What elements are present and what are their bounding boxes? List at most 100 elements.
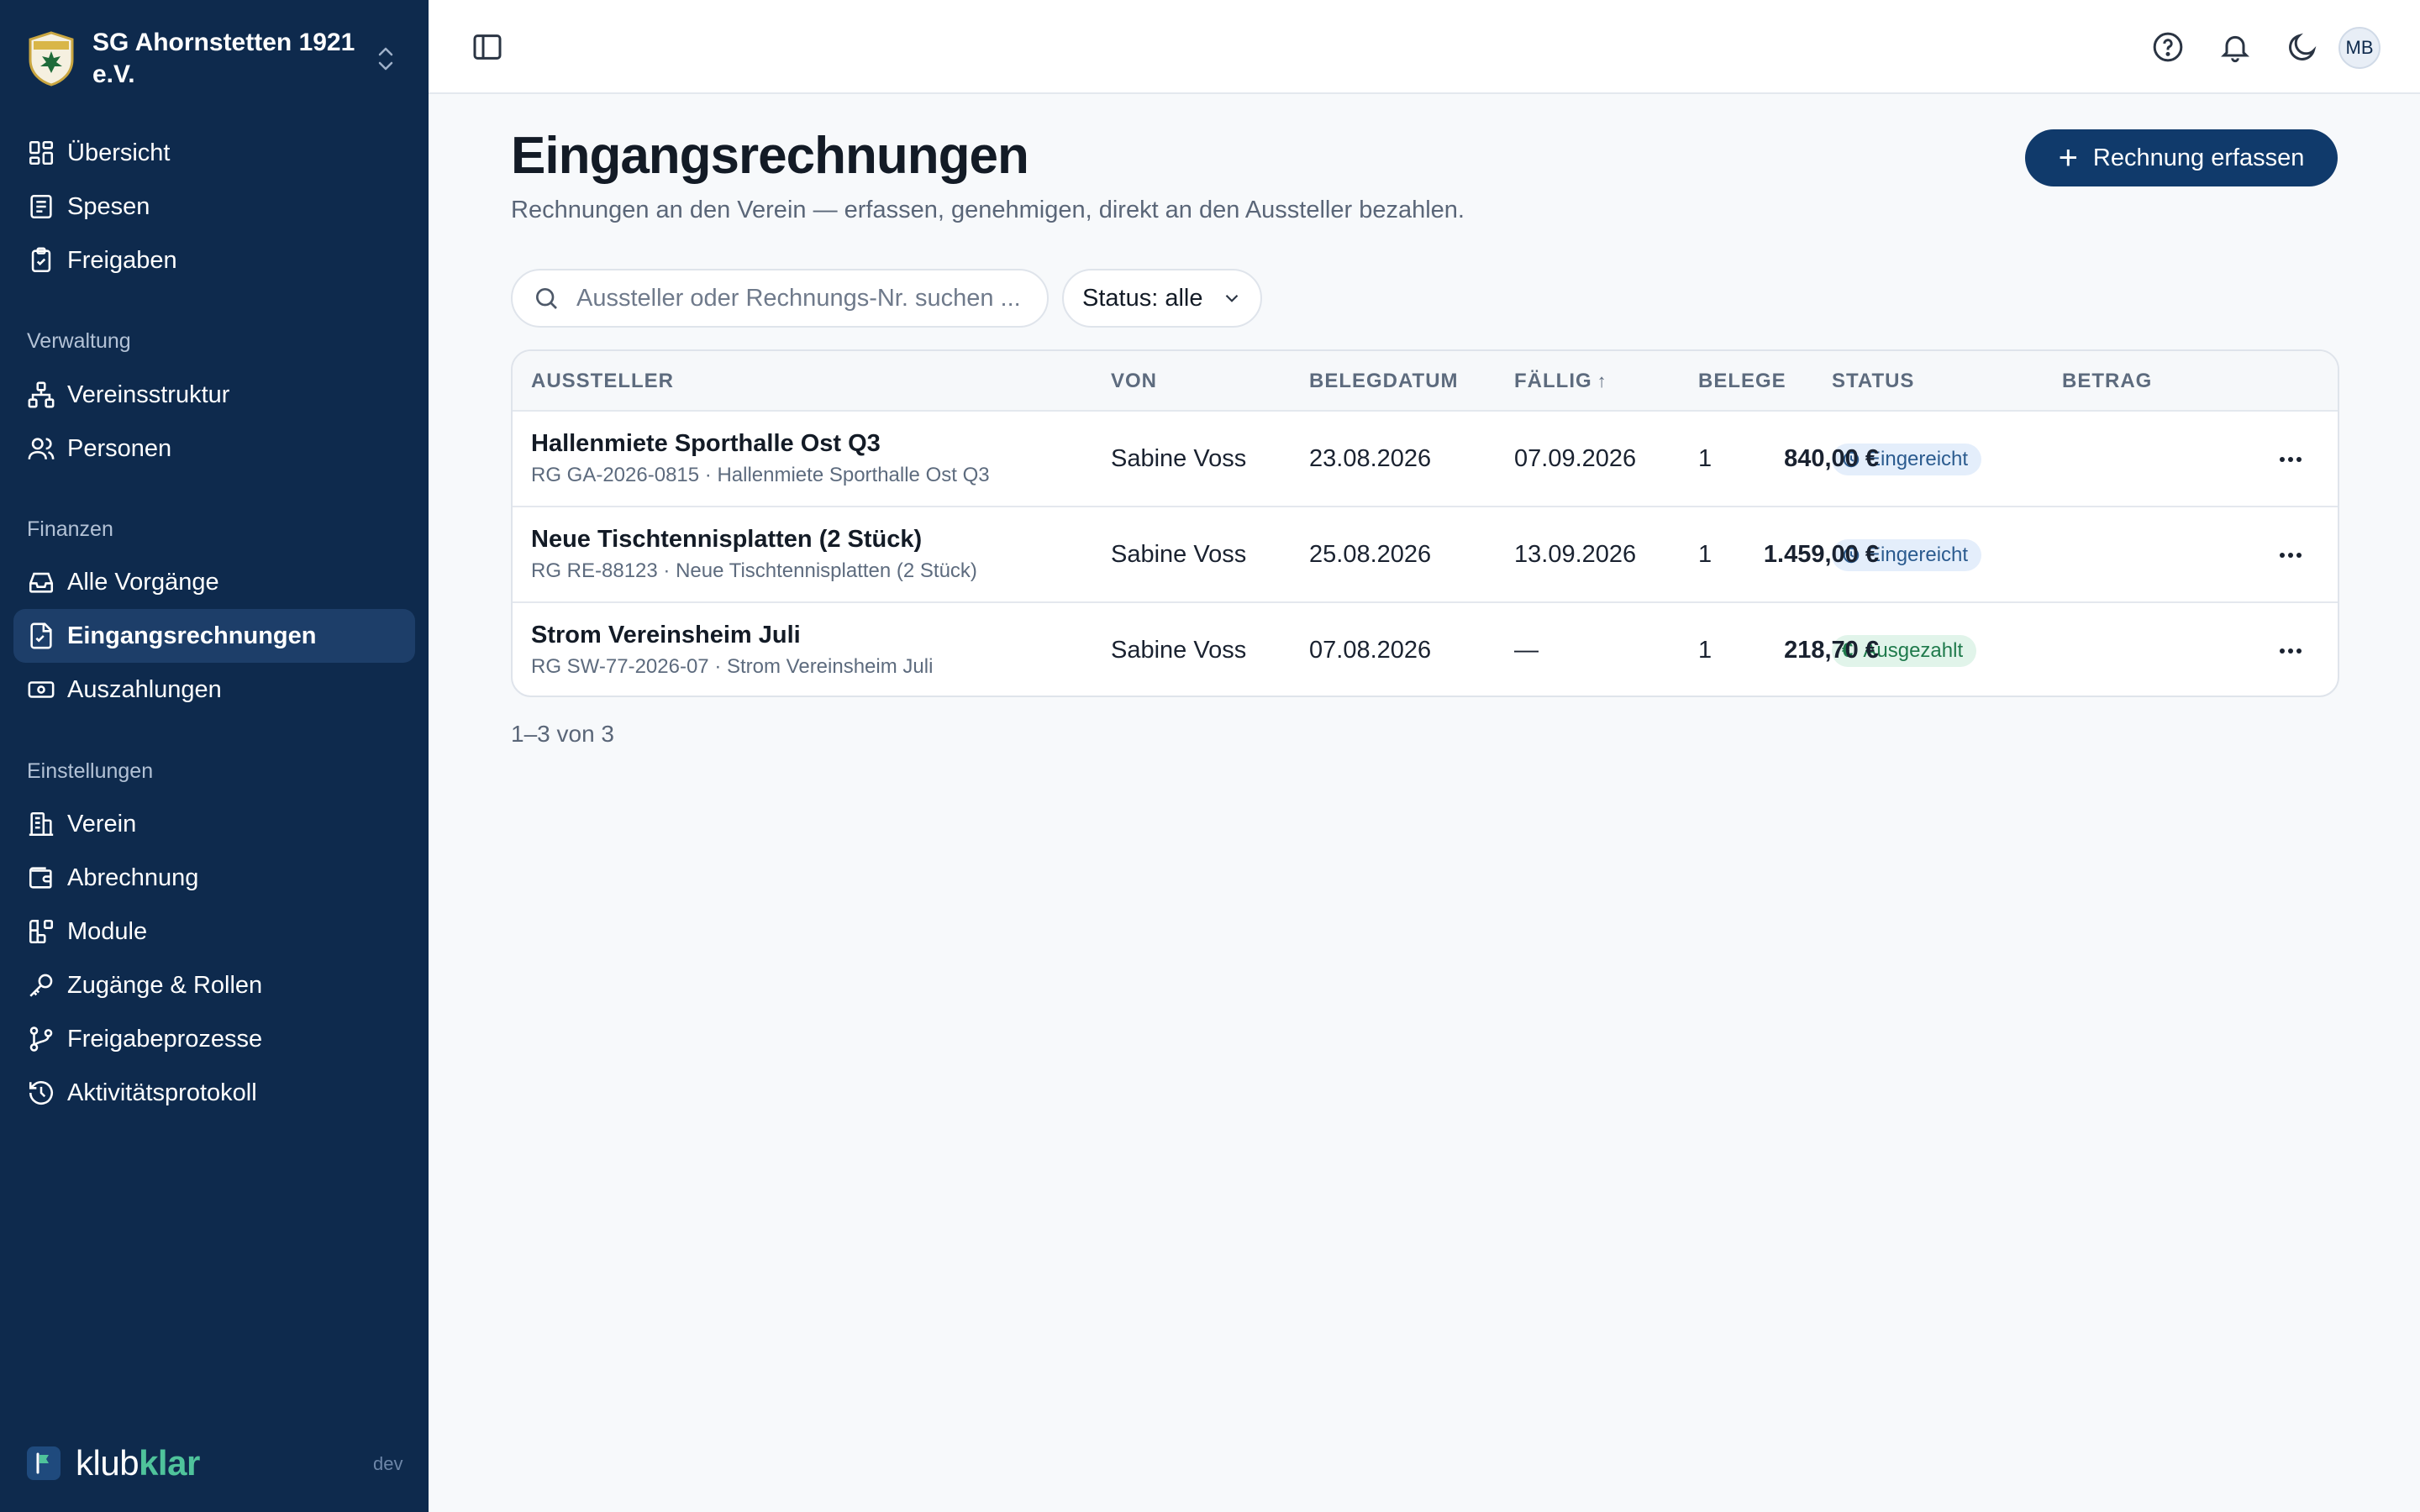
more-actions-icon[interactable] bbox=[2274, 538, 2307, 572]
plus-icon: + bbox=[2058, 139, 2078, 176]
column-header-betrag[interactable]: BETRAG bbox=[2062, 370, 2152, 393]
sidebar-item-label: Übersicht bbox=[67, 139, 171, 166]
sidebar-item-alle-vorgaenge[interactable]: Alle Vorgänge bbox=[13, 555, 415, 609]
brand-text-klar: klar bbox=[139, 1443, 200, 1483]
invoice-table: AUSSTELLER VON BELEGDATUM FÄLLIG ↑ BELEGE… bbox=[511, 349, 2339, 697]
row-title: Neue Tischtennisplatten (2 Stück) bbox=[531, 526, 923, 553]
row-von: Sabine Voss bbox=[1111, 637, 1247, 664]
row-subtitle: RG GA-2026-0815 · Hallenmiete Sporthalle… bbox=[531, 464, 990, 486]
club-name: SG Ahornstetten 1921 e.V. bbox=[92, 29, 355, 88]
nav-group-finanzen: Finanzen bbox=[27, 517, 113, 541]
sidebar-item-label: Eingangsrechnungen bbox=[67, 622, 317, 649]
pagination-info: 1–3 von 3 bbox=[511, 721, 614, 747]
wallet-icon bbox=[29, 867, 52, 889]
row-belegdatum: 25.08.2026 bbox=[1309, 541, 1432, 568]
table-row[interactable]: Strom Vereinsheim Juli RG SW-77-2026-07 … bbox=[513, 603, 2338, 696]
column-header-von[interactable]: VON bbox=[1111, 370, 1157, 393]
sidebar-toggle-icon[interactable] bbox=[471, 30, 504, 64]
users-icon bbox=[28, 438, 55, 459]
sidebar-item-label: Vereinsstruktur bbox=[67, 381, 230, 408]
add-invoice-button-label: Rechnung erfassen bbox=[2092, 144, 2305, 171]
row-title: Hallenmiete Sporthalle Ost Q3 bbox=[531, 430, 881, 457]
user-avatar[interactable]: MB bbox=[2338, 27, 2381, 69]
row-von: Sabine Voss bbox=[1111, 541, 1247, 568]
moon-icon[interactable] bbox=[2286, 30, 2319, 64]
receipt-icon bbox=[30, 194, 52, 219]
column-header-status[interactable]: STATUS bbox=[1832, 370, 1914, 393]
sidebar-item-freigaben[interactable]: Freigaben bbox=[13, 234, 415, 287]
sidebar-item-vereinsstruktur[interactable]: Vereinsstruktur bbox=[13, 368, 415, 422]
sidebar-item-freigabeprozesse[interactable]: Freigabeprozesse bbox=[13, 1012, 415, 1066]
page-subtitle: Rechnungen an den Verein — erfassen, gen… bbox=[511, 197, 1465, 223]
banknote-icon bbox=[28, 681, 55, 698]
sidebar-item-label: Auszahlungen bbox=[67, 675, 222, 703]
sidebar-item-label: Alle Vorgänge bbox=[67, 568, 219, 596]
bell-icon[interactable] bbox=[2218, 30, 2252, 64]
topbar bbox=[429, 0, 2420, 94]
sidebar-item-verein[interactable]: Verein bbox=[13, 797, 415, 851]
more-actions-icon[interactable] bbox=[2274, 634, 2307, 668]
sidebar-item-label: Freigaben bbox=[67, 246, 177, 274]
nav-group-einstellungen: Einstellungen bbox=[27, 759, 154, 783]
sidebar-item-label: Module bbox=[67, 917, 148, 945]
column-header-belegdatum[interactable]: BELEGDATUM bbox=[1309, 370, 1459, 393]
sidebar-item-spesen[interactable]: Spesen bbox=[13, 180, 415, 234]
search-input[interactable] bbox=[576, 284, 1047, 312]
column-header-faellig-label: FÄLLIG bbox=[1514, 370, 1592, 392]
row-betrag: 1.459,00 € bbox=[1763, 541, 1879, 568]
row-faellig: 13.09.2026 bbox=[1514, 541, 1637, 568]
sidebar-item-abrechnung[interactable]: Abrechnung bbox=[13, 851, 415, 905]
history-icon bbox=[29, 1081, 54, 1105]
sidebar-item-module[interactable]: Module bbox=[13, 905, 415, 958]
row-betrag: 840,00 € bbox=[1784, 445, 1879, 472]
hierarchy-icon bbox=[28, 381, 55, 408]
sidebar-item-zugaenge-rollen[interactable]: Zugänge & Rollen bbox=[13, 958, 415, 1012]
file-invoice-icon bbox=[30, 622, 52, 649]
club-crest-icon bbox=[29, 31, 74, 87]
row-von: Sabine Voss bbox=[1111, 445, 1247, 472]
chevron-down-icon bbox=[1226, 294, 1239, 302]
sidebar-item-auszahlungen[interactable]: Auszahlungen bbox=[13, 663, 415, 717]
sort-ascending-icon: ↑ bbox=[1597, 370, 1607, 391]
help-icon[interactable] bbox=[2151, 30, 2185, 64]
search-box[interactable] bbox=[511, 269, 1049, 328]
table-header: AUSSTELLER VON BELEGDATUM FÄLLIG ↑ BELEGE… bbox=[513, 351, 2338, 412]
column-header-faellig[interactable]: FÄLLIG ↑ bbox=[1514, 370, 1607, 393]
column-header-belege[interactable]: BELEGE bbox=[1698, 370, 1786, 393]
key-icon bbox=[29, 974, 53, 997]
search-icon bbox=[536, 288, 557, 309]
row-belegdatum: 07.08.2026 bbox=[1309, 637, 1432, 664]
status-badge-label: Eingereicht bbox=[1867, 543, 1969, 566]
row-subtitle: RG SW-77-2026-07 · Strom Vereinsheim Jul… bbox=[531, 655, 934, 678]
row-betrag: 218,70 € bbox=[1784, 637, 1879, 664]
sidebar-item-label: Spesen bbox=[67, 192, 150, 220]
sidebar-item-eingangsrechnungen[interactable]: Eingangsrechnungen bbox=[13, 609, 415, 663]
sidebar-item-label: Personen bbox=[67, 434, 172, 462]
chevrons-up-down-icon[interactable] bbox=[373, 44, 398, 74]
brand-logo: klubklar bbox=[27, 1443, 200, 1483]
row-subtitle: RG RE-88123 · Neue Tischtennisplatten (2… bbox=[531, 559, 977, 582]
table-row[interactable]: Neue Tischtennisplatten (2 Stück) RG RE-… bbox=[513, 507, 2338, 603]
status-filter-select[interactable]: Status: alle bbox=[1062, 269, 1262, 328]
modules-icon bbox=[29, 919, 54, 944]
flag-icon bbox=[27, 1446, 60, 1480]
sidebar-item-label: Abrechnung bbox=[67, 864, 199, 891]
clipboard-check-icon bbox=[31, 247, 51, 273]
sidebar: SG Ahornstetten 1921 e.V. Übersicht Spes… bbox=[0, 0, 429, 1512]
sidebar-item-aktivitaetsprotokoll[interactable]: Aktivitätsprotokoll bbox=[13, 1066, 415, 1120]
sidebar-item-personen[interactable]: Personen bbox=[13, 422, 415, 475]
inbox-icon bbox=[29, 572, 54, 593]
row-faellig: 07.09.2026 bbox=[1514, 445, 1637, 472]
brand-text-klub: klub bbox=[76, 1443, 139, 1483]
git-branch-icon bbox=[29, 1026, 53, 1052]
row-title: Strom Vereinsheim Juli bbox=[531, 622, 801, 648]
table-row[interactable]: Hallenmiete Sporthalle Ost Q3 RG GA-2026… bbox=[513, 412, 2338, 507]
sidebar-item-label: Verein bbox=[67, 810, 137, 837]
club-switcher[interactable]: SG Ahornstetten 1921 e.V. bbox=[27, 25, 413, 92]
status-filter-value: Status: alle bbox=[1082, 284, 1203, 312]
more-actions-icon[interactable] bbox=[2274, 443, 2307, 476]
sidebar-item-uebersicht[interactable]: Übersicht bbox=[13, 126, 415, 180]
add-invoice-button[interactable]: + Rechnung erfassen bbox=[2025, 129, 2338, 186]
column-header-aussteller[interactable]: AUSSTELLER bbox=[531, 370, 674, 393]
page-title: Eingangsrechnungen bbox=[511, 127, 1029, 185]
